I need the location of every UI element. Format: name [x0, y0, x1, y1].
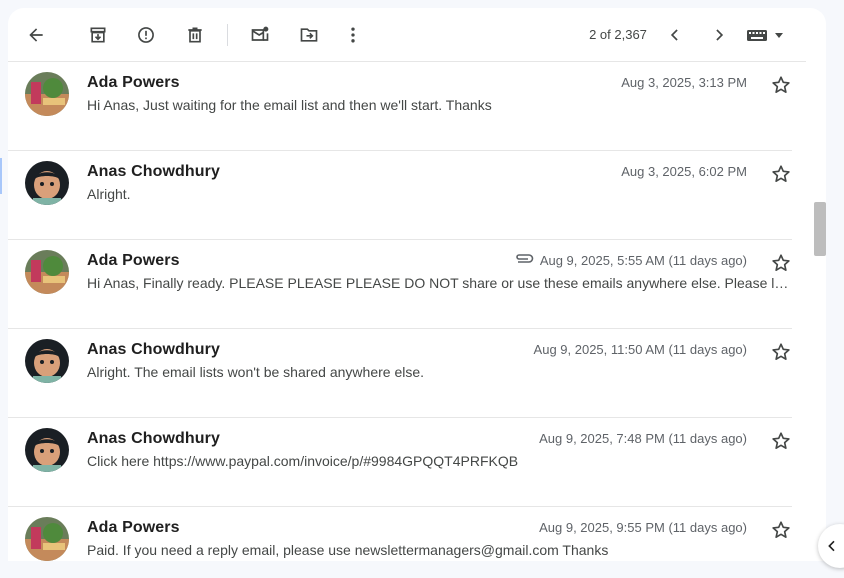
star-icon: [772, 343, 790, 360]
message-row[interactable]: Anas Chowdhury Aug 9, 2025, 7:48 PM (11 …: [8, 418, 792, 507]
more-button[interactable]: [335, 17, 371, 53]
message-list: Ada Powers Aug 3, 2025, 3:13 PM Hi Anas,…: [8, 62, 792, 561]
message-date: Aug 3, 2025, 3:13 PM: [621, 75, 747, 90]
newer-button[interactable]: [657, 17, 693, 53]
archive-icon: [90, 27, 106, 43]
input-tools-button[interactable]: [746, 24, 788, 46]
star-icon: [772, 432, 790, 449]
dropdown-caret-icon: [775, 33, 783, 38]
star-button[interactable]: [770, 252, 792, 274]
archive-button[interactable]: [80, 17, 116, 53]
selection-accent: [0, 158, 2, 194]
scrollbar-thumb[interactable]: [814, 202, 826, 256]
delete-icon: [188, 27, 202, 43]
move-to-icon: [300, 28, 318, 42]
more-vert-icon: [351, 27, 355, 43]
avatar-photo-ada: [25, 72, 69, 116]
avatar[interactable]: [25, 72, 69, 116]
avatar-photo-ada: [25, 250, 69, 294]
star-button[interactable]: [770, 74, 792, 96]
message-row[interactable]: Ada Powers Aug 9, 2025, 5:55 AM (11 days…: [8, 240, 792, 329]
back-arrow-icon: [29, 28, 43, 42]
message-snippet: Hi Anas, Just waiting for the email list…: [87, 97, 492, 113]
sender-name: Anas Chowdhury: [87, 430, 220, 447]
message-snippet: Paid. If you need a reply email, please …: [87, 542, 609, 558]
star-icon: [772, 521, 790, 538]
back-button[interactable]: [18, 17, 54, 53]
message-date: Aug 9, 2025, 5:55 AM (11 days ago): [539, 253, 747, 268]
star-button[interactable]: [770, 430, 792, 452]
keyboard-icon: [747, 30, 767, 41]
message-row[interactable]: Anas Chowdhury Aug 3, 2025, 6:02 PM Alri…: [8, 151, 792, 240]
chevron-right-icon: [716, 29, 724, 41]
star-button[interactable]: [770, 163, 792, 185]
message-date: Aug 9, 2025, 11:50 AM (11 days ago): [533, 342, 747, 357]
avatar-photo-anas: [25, 428, 69, 472]
message-row[interactable]: Ada Powers Aug 3, 2025, 3:13 PM Hi Anas,…: [8, 62, 792, 151]
message-date: Aug 9, 2025, 9:55 PM (11 days ago): [539, 520, 747, 535]
avatar[interactable]: [25, 161, 69, 205]
avatar[interactable]: [25, 250, 69, 294]
avatar-photo-ada: [25, 517, 69, 561]
mark-unread-icon: [251, 26, 269, 41]
avatar[interactable]: [25, 339, 69, 383]
message-snippet: Hi Anas, Finally ready. PLEASE PLEASE PL…: [87, 275, 789, 291]
message-snippet: Alright.: [87, 186, 131, 202]
message-row[interactable]: Ada Powers Aug 9, 2025, 9:55 PM (11 days…: [8, 507, 792, 561]
avatar[interactable]: [25, 428, 69, 472]
mark-unread-button[interactable]: [242, 17, 278, 53]
conversation-panel: 2 of 2,367 Ada Powers Aug 3, 2025, 3:13 …: [8, 8, 826, 561]
message-snippet: Click here https://www.paypal.com/invoic…: [87, 453, 519, 469]
attachment-icon: [513, 252, 535, 266]
sender-name: Ada Powers: [87, 519, 180, 536]
message-date: Aug 9, 2025, 7:48 PM (11 days ago): [539, 431, 747, 446]
chevron-left-icon: [828, 540, 835, 552]
sender-name: Anas Chowdhury: [87, 163, 220, 180]
pager-count: 2 of 2,367: [589, 27, 647, 42]
sender-name: Ada Powers: [87, 252, 180, 269]
sender-name: Anas Chowdhury: [87, 341, 220, 358]
older-button[interactable]: [701, 17, 737, 53]
message-snippet: Alright. The email lists won't be shared…: [87, 364, 425, 380]
chevron-left-icon: [670, 29, 678, 41]
avatar[interactable]: [25, 517, 69, 561]
move-to-button[interactable]: [291, 17, 327, 53]
star-icon: [772, 254, 790, 271]
avatar-photo-anas: [25, 161, 69, 205]
star-icon: [772, 165, 790, 182]
toolbar: 2 of 2,367: [8, 8, 806, 62]
delete-button[interactable]: [177, 17, 213, 53]
report-spam-icon: [138, 27, 154, 43]
message-row[interactable]: Anas Chowdhury Aug 9, 2025, 11:50 AM (11…: [8, 329, 792, 418]
sender-name: Ada Powers: [87, 74, 180, 91]
star-button[interactable]: [770, 519, 792, 541]
report-spam-button[interactable]: [128, 17, 164, 53]
star-button[interactable]: [770, 341, 792, 363]
message-date: Aug 3, 2025, 6:02 PM: [621, 164, 747, 179]
avatar-photo-anas: [25, 339, 69, 383]
toolbar-divider: [227, 24, 228, 46]
star-icon: [772, 76, 790, 93]
